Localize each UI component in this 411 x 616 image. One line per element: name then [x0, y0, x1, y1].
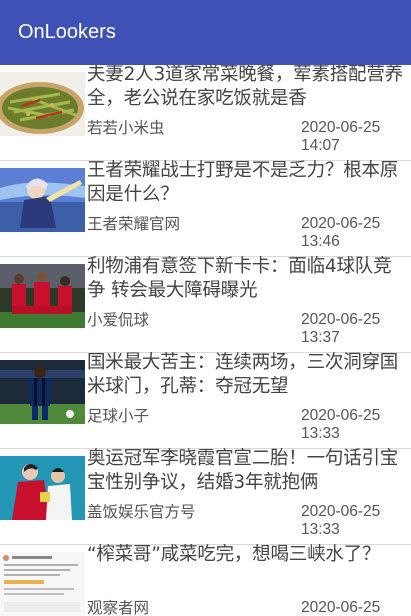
- social-post-screenshot: [0, 552, 85, 616]
- news-source: 观察者网: [87, 599, 150, 616]
- stir-fried-green-beans-photo: [0, 72, 85, 136]
- news-title: 国米最大苦主：连续两场，三次洞穿国米球门，孔蒂：夺冠无望: [87, 352, 399, 397]
- news-thumbnail: [0, 360, 85, 424]
- news-item[interactable]: 国米最大苦主：连续两场，三次洞穿国米球门，孔蒂：夺冠无望 足球小子 2020-0…: [0, 352, 411, 449]
- news-thumbnail: [0, 552, 85, 616]
- app-bar: OnLookers: [0, 0, 411, 65]
- news-date: 2020-06-25: [301, 503, 381, 520]
- news-title: 奥运冠军李晓霞官宣二胎！一句话引宝宝性别争议，结婚3年就抱俩: [87, 448, 399, 493]
- football-players-red-kit-photo: [0, 264, 85, 328]
- news-timestamp: 2020-06-25 13:33: [301, 407, 409, 443]
- news-timestamp: 2020-06-25 14:07: [301, 119, 409, 155]
- news-time: 13:46: [301, 233, 340, 250]
- news-time: 13:37: [301, 329, 340, 346]
- news-timestamp: 2020-06-25 13:33: [301, 503, 409, 539]
- news-source: 足球小子: [87, 407, 150, 425]
- news-thumbnail: [0, 168, 85, 232]
- news-thumbnail: [0, 456, 85, 520]
- news-date: 2020-06-25: [301, 599, 381, 616]
- news-item[interactable]: 奥运冠军李晓霞官宣二胎！一句话引宝宝性别争议，结婚3年就抱俩 盖饭娱乐官方号 2…: [0, 448, 411, 545]
- news-source: 若若小米虫: [87, 119, 165, 137]
- news-timestamp: 2020-06-25 13:46: [301, 215, 409, 251]
- news-source: 盖饭娱乐官方号: [87, 503, 196, 521]
- news-title: 夫妻2人3道家常菜晚餐，荤素搭配营养全，老公说在家吃饭就是香: [87, 65, 403, 109]
- news-title: 王者荣耀战士打野是不是乏力？根本原因是什么？: [87, 160, 399, 205]
- news-thumbnail: [0, 72, 85, 136]
- game-hero-artwork: [0, 168, 85, 232]
- news-thumbnail: [0, 264, 85, 328]
- news-timestamp: 2020-06-25: [301, 599, 409, 616]
- news-source: 小爱侃球: [87, 311, 150, 329]
- football-player-inter-kit-photo: [0, 360, 85, 424]
- news-item[interactable]: 王者荣耀战士打野是不是乏力？根本原因是什么？ 王者荣耀官网 2020-06-25…: [0, 160, 411, 257]
- news-title: 利物浦有意签下新卡卡：面临4球队竞争 转会最大障碍曝光: [87, 256, 392, 301]
- news-item[interactable]: 利物浦有意签下新卡卡：面临4球队竞争 转会最大障碍曝光 小爱侃球 2020-06…: [0, 256, 411, 353]
- news-date: 2020-06-25: [301, 407, 381, 424]
- app-title: OnLookers: [18, 21, 116, 43]
- news-date: 2020-06-25: [301, 215, 381, 232]
- news-timestamp: 2020-06-25 13:37: [301, 311, 409, 347]
- news-source: 王者荣耀官网: [87, 215, 181, 233]
- news-time: 14:07: [301, 137, 340, 154]
- news-date: 2020-06-25: [301, 311, 381, 328]
- news-item[interactable]: 夫妻2人3道家常菜晚餐，荤素搭配营养全，老公说在家吃饭就是香 若若小米虫 202…: [0, 65, 411, 161]
- news-title: “榨菜哥”咸菜吃完，想喝三峡水了？: [87, 544, 381, 565]
- news-time: 13:33: [301, 425, 340, 442]
- news-feed-list[interactable]: 夫妻2人3道家常菜晚餐，荤素搭配营养全，老公说在家吃饭就是香 若若小米虫 202…: [0, 65, 411, 616]
- news-date: 2020-06-25: [301, 119, 381, 136]
- news-time: 13:33: [301, 521, 340, 538]
- news-item[interactable]: “榨菜哥”咸菜吃完，想喝三峡水了？ 观察者网 2020-06-25: [0, 544, 411, 616]
- couple-red-dress-photo: [0, 456, 85, 520]
